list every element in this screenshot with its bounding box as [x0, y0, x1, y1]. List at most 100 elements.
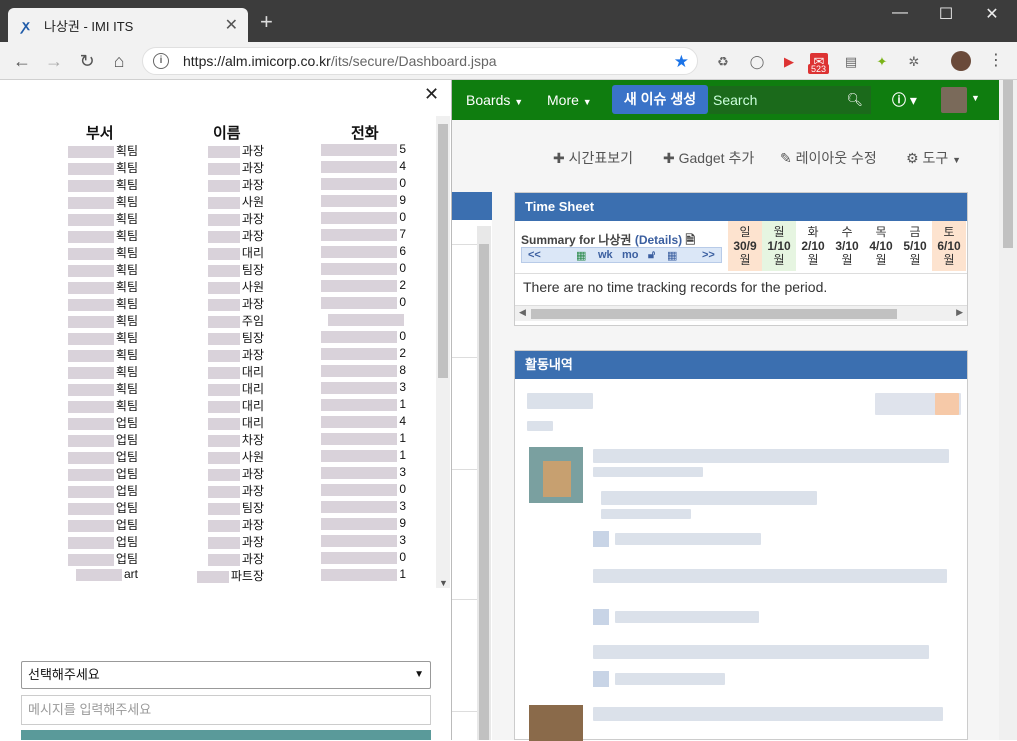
blurred-text — [207, 145, 240, 158]
user-avatar[interactable] — [941, 87, 967, 113]
message-input[interactable]: 메시지를 입력해주세요 — [21, 695, 431, 725]
mail-badge: 523 — [808, 64, 830, 74]
directory-row[interactable]: 획팀 대리 8 — [0, 363, 436, 380]
recipient-select[interactable]: 선택해주세요 ▼ — [21, 661, 431, 689]
directory-row[interactable]: 획팀 팀장 0 — [0, 261, 436, 278]
blurred-text — [207, 451, 240, 464]
dir-phone: 9 — [399, 193, 406, 207]
edit-layout-button[interactable]: ✎ 레이아웃 수정 — [780, 148, 877, 168]
directory-row[interactable]: 업팀 과장 3 — [0, 533, 436, 550]
directory-row[interactable]: 업팀 과장 0 — [0, 482, 436, 499]
directory-row[interactable]: 획팀 과장 7 — [0, 227, 436, 244]
directory-row[interactable]: 획팀 과장 2 — [0, 346, 436, 363]
dir-phone: 1 — [399, 431, 406, 445]
tools-menu[interactable]: ⚙ 도구 ▼ — [906, 148, 961, 168]
android-extension-icon[interactable]: ✦ — [873, 53, 891, 71]
reload-icon[interactable]: ↻ — [75, 50, 99, 72]
blurred-text — [67, 349, 114, 362]
search-input[interactable]: Search 🔍︎ — [709, 86, 871, 114]
calendar-grid-icon[interactable]: ▦ — [576, 249, 586, 262]
prev-period-button[interactable]: << — [528, 249, 541, 261]
blurred-text — [321, 143, 398, 156]
directory-row[interactable]: 획팀 대리 6 — [0, 244, 436, 261]
blurred-text — [207, 230, 240, 243]
directory-row[interactable]: 획팀 과장 5 — [0, 142, 436, 159]
dir-name: 대리 — [241, 382, 264, 396]
export-icon[interactable]: 🗎 — [686, 233, 696, 247]
directory-row[interactable]: 업팀 팀장 3 — [0, 499, 436, 516]
media-extension-icon[interactable]: ▶ — [780, 53, 798, 71]
left-gadget-scrollbar[interactable] — [477, 226, 491, 740]
dir-name: 사원 — [241, 450, 264, 464]
blurred-text — [321, 194, 398, 207]
tab-title: 나상권 - IMI ITS — [44, 18, 134, 34]
view-timesheet-button[interactable]: ✚ 시간표보기 — [553, 148, 633, 168]
directory-row[interactable]: 업팀 차장 1 — [0, 431, 436, 448]
boards-menu[interactable]: Boards ▼ — [466, 92, 523, 108]
directory-row[interactable]: 획팀 과장 4 — [0, 159, 436, 176]
week-button[interactable]: wk — [598, 249, 613, 261]
back-icon[interactable]: ← — [10, 50, 34, 72]
directory-row[interactable]: 획팀 과장 0 — [0, 295, 436, 312]
browser-tab[interactable]: ꭗ 나상권 - IMI ITS ✕ — [8, 8, 248, 42]
minimize-icon[interactable]: — — [880, 4, 920, 22]
add-gadget-button[interactable]: ✚ Gadget 추가 — [663, 148, 754, 168]
blurred-text — [935, 393, 959, 415]
dir-dept: 획팀 — [115, 382, 138, 396]
blurred-text — [67, 383, 114, 396]
dir-dept: 업팀 — [115, 552, 138, 566]
directory-row[interactable]: 획팀 대리 3 — [0, 380, 436, 397]
directory-row[interactable]: 업팀 대리 4 — [0, 414, 436, 431]
maximize-icon[interactable]: ☐ — [926, 4, 966, 24]
jira-favicon-icon: ꭗ — [22, 16, 30, 33]
blurred-text — [321, 330, 398, 343]
next-period-button[interactable]: >> — [702, 249, 715, 261]
gear-extension-icon[interactable]: ✲ — [905, 53, 923, 71]
profile-avatar[interactable] — [951, 51, 971, 71]
bookmark-star-icon[interactable]: ★ — [674, 52, 689, 72]
directory-row[interactable]: 획팀 주임 — [0, 312, 436, 329]
directory-row[interactable]: 업팀 과장 0 — [0, 550, 436, 567]
more-menu[interactable]: More ▼ — [547, 92, 592, 108]
directory-row[interactable]: 업팀 과장 9 — [0, 516, 436, 533]
blurred-text — [67, 400, 114, 413]
user-caret-icon[interactable]: ▼ — [971, 93, 980, 103]
directory-row[interactable]: art 파트장 1 — [0, 567, 436, 584]
directory-row[interactable]: 업팀 사원 1 — [0, 448, 436, 465]
directory-row[interactable]: 획팀 과장 0 — [0, 176, 436, 193]
new-tab-button[interactable]: + — [260, 11, 273, 33]
lock-icon[interactable]: 🔓︎ — [648, 249, 655, 262]
circle-extension-icon[interactable]: ◯ — [748, 53, 766, 71]
directory-row[interactable]: 획팀 사원 2 — [0, 278, 436, 295]
blurred-text — [321, 347, 398, 360]
timesheet-hscroll[interactable]: ◀ ▶ — [515, 305, 967, 321]
create-issue-button[interactable]: 새 이슈 생성 — [612, 85, 708, 114]
page-scrollbar[interactable] — [999, 80, 1017, 740]
directory-scrollbar[interactable]: ▼ — [436, 116, 450, 588]
send-button[interactable] — [21, 730, 431, 740]
directory-row[interactable]: 획팀 과장 0 — [0, 210, 436, 227]
forward-icon[interactable]: → — [42, 50, 66, 72]
directory-row[interactable]: 획팀 팀장 0 — [0, 329, 436, 346]
blurred-text — [207, 264, 240, 277]
calendar-icon[interactable]: ▦ — [667, 249, 677, 262]
site-info-icon[interactable]: i — [153, 53, 169, 69]
window-close-icon[interactable]: ✕ — [972, 4, 1012, 24]
recycle-extension-icon[interactable]: ♻ — [714, 53, 732, 71]
month-button[interactable]: mo — [622, 249, 639, 261]
details-link[interactable]: (Details) — [635, 233, 682, 247]
directory-row[interactable]: 획팀 사원 9 — [0, 193, 436, 210]
browser-menu-icon[interactable]: ⋮ — [988, 50, 1004, 70]
dir-phone: 1 — [399, 397, 406, 411]
directory-row[interactable]: 업팀 과장 3 — [0, 465, 436, 482]
timesheet-gadget: Time Sheet Summary for 나상권 (Details) 🗎 <… — [514, 192, 968, 326]
address-bar[interactable]: i https://alm.imicorp.co.kr/its/secure/D… — [142, 47, 698, 75]
tab-close-icon[interactable]: ✕ — [225, 15, 238, 35]
help-icon[interactable]: ⓘ ▾ — [892, 90, 917, 110]
blurred-text — [196, 570, 229, 583]
page-extension-icon[interactable]: ▤ — [842, 53, 860, 71]
home-icon[interactable]: ⌂ — [107, 50, 131, 72]
directory-row[interactable]: 획팀 대리 1 — [0, 397, 436, 414]
blurred-text — [207, 315, 240, 328]
blurred-text — [207, 281, 240, 294]
